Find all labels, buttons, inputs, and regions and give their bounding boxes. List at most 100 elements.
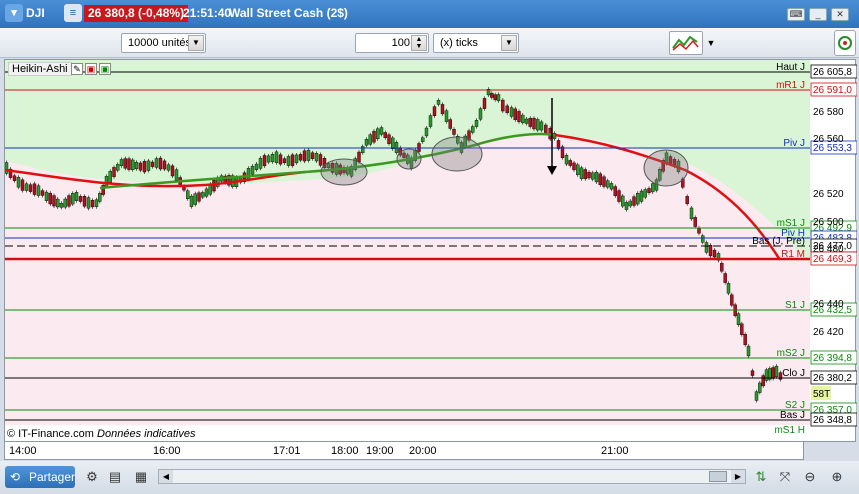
candle-body: [448, 119, 452, 129]
candle-body: [730, 294, 734, 306]
chevron-down-icon[interactable]: ▼: [188, 35, 204, 51]
candle-body: [572, 162, 576, 171]
candle-body: [693, 217, 697, 227]
candle-body: [436, 100, 441, 105]
candle-body: [632, 196, 636, 206]
keyboard-icon[interactable]: ⌨: [787, 8, 805, 21]
candle-body: [246, 168, 251, 180]
remove-icon[interactable]: ▣: [85, 63, 97, 75]
candle-body: [444, 110, 449, 122]
candle-body: [493, 94, 497, 100]
candle-body: [726, 283, 731, 294]
list-icon[interactable]: ▤: [106, 468, 124, 486]
settings-icon[interactable]: [834, 30, 856, 56]
minimize-button[interactable]: _: [809, 8, 827, 21]
candle-body: [609, 183, 614, 190]
chart-type-icon[interactable]: [669, 31, 703, 55]
candle-body: [90, 200, 95, 208]
level-label: Piv J: [783, 138, 805, 149]
candle-body: [528, 118, 532, 127]
candle-body: [391, 137, 395, 150]
candle-body: [379, 127, 384, 135]
chart-icon[interactable]: ⇅: [752, 468, 770, 486]
candle-body: [204, 188, 209, 197]
candle-body: [606, 180, 610, 188]
candle-body: [201, 192, 205, 198]
chart-panel[interactable]: Haut JmR1 J Piv JmS1 J Piv H Bas (J, Pre) R1…: [4, 59, 857, 443]
candle-body: [59, 203, 64, 208]
candle-body: [364, 139, 369, 146]
share-button[interactable]: ⟲ Partager: [5, 466, 75, 488]
level-label: Clo J: [782, 368, 805, 379]
quantity-select[interactable]: 10000 unités ▼: [121, 33, 206, 53]
chevron-down-icon[interactable]: ▼: [501, 35, 517, 51]
candle-body: [12, 175, 17, 181]
price-chart[interactable]: Haut JmR1 JPiv JmS1 JPiv HBas (J, Pre)R1…: [5, 60, 857, 443]
menu-icon[interactable]: ▾: [5, 4, 23, 22]
stepper-arrows-icon[interactable]: ▲ ▼: [411, 35, 427, 51]
zoom-out-icon[interactable]: ⊖: [801, 468, 819, 486]
candle-body: [86, 197, 91, 209]
candle-body: [539, 121, 544, 131]
candle-body: [56, 198, 60, 208]
candle-body: [383, 132, 387, 138]
level-label: Haut J: [776, 62, 805, 73]
candle-body: [712, 249, 717, 258]
candle-body: [116, 164, 120, 171]
annotation-ellipse: [396, 148, 422, 170]
title-bar: ▾ DJI ≡ 26 380,8 (-0,48%) 21:51:40 Wall …: [0, 0, 859, 28]
annotation-ellipse: [431, 136, 483, 172]
time-scrollbar[interactable]: ◀ ▶: [158, 469, 746, 484]
ticks-stepper[interactable]: 100 ▲ ▼: [355, 33, 429, 53]
candle-body: [318, 154, 323, 166]
candle-body: [170, 165, 175, 177]
scroll-left-icon[interactable]: ◀: [159, 470, 173, 483]
wrench-icon[interactable]: ✎: [71, 63, 83, 75]
candle-body: [758, 382, 762, 393]
quantity-value: 10000 unités: [128, 37, 191, 49]
time-label: 18:00: [331, 445, 359, 457]
price-tick: 26 500: [813, 217, 844, 228]
candle-body: [67, 195, 71, 207]
candle-body: [98, 192, 102, 202]
candle-body: [452, 129, 456, 135]
candle-body: [591, 172, 595, 180]
ticks-unit-select[interactable]: (x) ticks ▼: [433, 33, 519, 53]
level-value: 26 469,3: [813, 254, 852, 265]
candle-body: [310, 152, 315, 159]
time-label: 21:51:40: [183, 6, 232, 20]
candle-body: [490, 93, 494, 98]
time-label: 14:00: [9, 445, 37, 457]
scroll-thumb[interactable]: [709, 471, 727, 482]
zoom-in-icon[interactable]: ⊕: [828, 468, 846, 486]
price-tick: 26 520: [813, 189, 844, 200]
annotation-ellipse: [643, 149, 689, 187]
candle-body: [108, 171, 112, 183]
candle-body: [376, 128, 380, 140]
chevron-down-icon[interactable]: ▼: [704, 31, 718, 55]
ticks-value: 100: [391, 37, 410, 49]
scroll-right-icon[interactable]: ▶: [731, 470, 745, 483]
candle-body: [736, 313, 741, 325]
fit-icon[interactable]: ⤧: [776, 468, 794, 486]
grid-icon[interactable]: ▦: [132, 468, 150, 486]
candle-body: [643, 189, 647, 198]
indicator-label[interactable]: Heikin-Ashi: [8, 62, 72, 76]
candle-body: [193, 193, 197, 205]
price-tick: 26 560: [813, 134, 844, 145]
tools-icon[interactable]: ⚙: [83, 468, 101, 486]
candle-body: [685, 196, 689, 205]
candle-body: [440, 104, 445, 115]
level-value: 26 380,2: [813, 373, 852, 384]
price-tick: 26 480: [813, 244, 844, 255]
copyright-note: Données indicatives: [97, 428, 196, 440]
candle-body: [197, 192, 201, 202]
candle-body: [158, 157, 163, 170]
candle-body: [63, 198, 67, 208]
notes-icon[interactable]: ≡: [64, 4, 82, 22]
order-toolbar: 10000 unités ▼ 100 ▲ ▼ (x) ticks ▼ ▼: [0, 28, 859, 58]
add-icon[interactable]: ▣: [99, 63, 111, 75]
close-button[interactable]: ✕: [831, 8, 849, 21]
candle-body: [104, 176, 109, 187]
candle-body: [513, 108, 517, 120]
